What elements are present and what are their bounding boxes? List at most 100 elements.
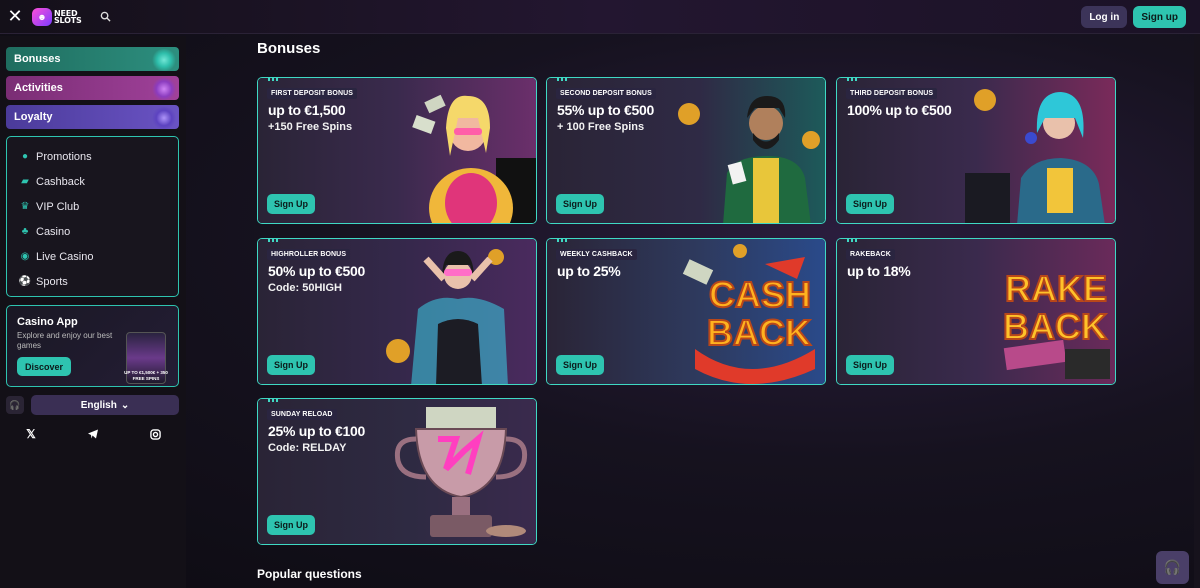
signup-button[interactable]: Sign Up bbox=[846, 194, 894, 214]
card-subtitle: +150 Free Spins bbox=[268, 121, 353, 133]
chevron-down-icon: ⌄ bbox=[120, 399, 130, 411]
bonus-card-third-deposit[interactable]: THIRD DEPOSIT BONUS 100% up to €500 Sign… bbox=[836, 77, 1116, 224]
sidebar: Bonuses Activities Loyalty ● Promotions … bbox=[0, 36, 186, 588]
character-man-image bbox=[678, 96, 820, 223]
character-woman-dark-hair-image bbox=[386, 249, 508, 384]
social-links: 𝕏 bbox=[0, 424, 186, 444]
sidebar-item-cashback[interactable]: ▰ Cashback bbox=[7, 169, 178, 194]
sidebar-item-vip-club[interactable]: ♛ VIP Club bbox=[7, 194, 178, 219]
sidebar-item-label: VIP Club bbox=[36, 200, 80, 213]
card-tag: FIRST DEPOSIT BONUS bbox=[267, 88, 358, 99]
signup-button[interactable]: Sign Up bbox=[267, 355, 315, 375]
card-subtitle: Code: 50HIGH bbox=[268, 282, 342, 294]
app-card-title: Casino App bbox=[17, 316, 78, 328]
telegram-icon[interactable] bbox=[62, 424, 124, 444]
app-card-description: Explore and enjoy our best games bbox=[17, 331, 113, 350]
wallet-icon: ▰ bbox=[21, 176, 29, 187]
signup-button[interactable]: Sign up bbox=[1133, 6, 1186, 28]
signup-button[interactable]: Sign Up bbox=[267, 194, 315, 214]
rakeback-art-line2: BACK bbox=[1003, 306, 1107, 347]
sidebar-item-label: Casino bbox=[36, 225, 71, 238]
card-title: up to 18% bbox=[847, 263, 911, 279]
card-title: 100% up to €500 bbox=[847, 102, 952, 118]
sidebar-item-live-casino[interactable]: ◉ Live Casino bbox=[7, 244, 178, 269]
sub-navigation: ● Promotions ▰ Cashback ♛ VIP Club ♣ Cas… bbox=[6, 136, 179, 297]
language-select[interactable]: English ⌄ bbox=[31, 395, 179, 415]
card-ticks bbox=[268, 78, 280, 81]
sidebar-item-label: Live Casino bbox=[36, 250, 94, 263]
rakeback-art-image: RAKE BACK bbox=[1002, 267, 1110, 379]
bonus-card-weekly-cashback[interactable]: CASH BACK WEEKLY CASHBACK up to 25% Sign… bbox=[546, 238, 826, 385]
cherries-icon: ♣ bbox=[21, 226, 29, 237]
card-subtitle: + 100 Free Spins bbox=[557, 121, 645, 133]
sidebar-item-promotions[interactable]: ● Promotions bbox=[7, 144, 178, 169]
casino-app-card: Casino App Explore and enjoy our best ga… bbox=[6, 305, 179, 387]
sidebar-item-label: Cashback bbox=[36, 175, 85, 188]
auth-buttons: Log in Sign up bbox=[1081, 6, 1186, 28]
bonus-card-highroller[interactable]: HIGHROLLER BONUS 50% up to €500 Code: 50… bbox=[257, 238, 537, 385]
cashback-art-image: CASH BACK bbox=[682, 244, 815, 384]
search-icon[interactable] bbox=[96, 7, 116, 27]
bonus-card-second-deposit[interactable]: SECOND DEPOSIT BONUS 55% up to €500 + 10… bbox=[546, 77, 826, 224]
character-woman-blue-hair-image bbox=[965, 89, 1105, 223]
login-button[interactable]: Log in bbox=[1081, 6, 1128, 28]
sidebar-item-label: Promotions bbox=[36, 150, 92, 163]
cashback-art-line2: BACK bbox=[707, 312, 811, 353]
card-ticks bbox=[847, 239, 859, 242]
signup-button[interactable]: Sign Up bbox=[267, 515, 315, 535]
sidebar-item-label: Loyalty bbox=[14, 111, 53, 123]
close-icon[interactable]: ✕ bbox=[2, 4, 28, 30]
headset-icon[interactable]: 🎧 bbox=[1156, 551, 1189, 584]
popular-questions-heading: Popular questions bbox=[257, 567, 362, 581]
page-title: Bonuses bbox=[257, 40, 321, 57]
sidebar-item-loyalty[interactable]: Loyalty bbox=[6, 105, 179, 129]
ball-icon: ⚽ bbox=[18, 276, 32, 287]
sidebar-item-label: Activities bbox=[14, 82, 63, 94]
card-title: 50% up to €500 bbox=[268, 263, 365, 279]
sidebar-item-sports[interactable]: ⚽ Sports bbox=[7, 269, 178, 294]
cashback-art-line1: CASH bbox=[709, 274, 811, 315]
live-icon: ◉ bbox=[20, 251, 30, 262]
bonus-card-sunday-reload[interactable]: SUNDAY RELOAD 25% up to €100 Code: RELDA… bbox=[257, 398, 537, 545]
card-subtitle: Code: RELDAY bbox=[268, 442, 347, 454]
bonus-card-rakeback[interactable]: RAKE BACK RAKEBACK up to 18% Sign Up bbox=[836, 238, 1116, 385]
signup-button[interactable]: Sign Up bbox=[556, 355, 604, 375]
card-title: up to 25% bbox=[557, 263, 621, 279]
trophy-icon bbox=[151, 107, 177, 129]
headset-icon[interactable]: 🎧 bbox=[6, 396, 24, 414]
sidebar-item-activities[interactable]: Activities bbox=[6, 76, 179, 100]
logo[interactable]: ☻ NEED SLOTS bbox=[32, 4, 82, 30]
card-title: 25% up to €100 bbox=[268, 423, 365, 439]
sidebar-item-casino[interactable]: ♣ Casino bbox=[7, 219, 178, 244]
card-title: up to €1,500 bbox=[268, 102, 346, 118]
gift-icon bbox=[151, 49, 177, 71]
crown-icon: ♛ bbox=[20, 201, 30, 212]
instagram-icon[interactable] bbox=[124, 424, 186, 444]
sidebar-item-label: Bonuses bbox=[14, 53, 61, 65]
x-icon[interactable]: 𝕏 bbox=[0, 424, 62, 444]
bonus-card-first-deposit[interactable]: FIRST DEPOSIT BONUS up to €1,500 +150 Fr… bbox=[257, 77, 537, 224]
logo-text-line2: SLOTS bbox=[54, 15, 82, 25]
card-ticks bbox=[847, 78, 859, 81]
character-woman-image bbox=[412, 94, 536, 223]
logo-text: NEED SLOTS bbox=[54, 9, 82, 25]
card-tag: RAKEBACK bbox=[846, 249, 895, 260]
card-tag: WEEKLY CASHBACK bbox=[556, 249, 637, 260]
trophy-art-image bbox=[394, 407, 528, 537]
discover-button[interactable]: Discover bbox=[17, 357, 72, 376]
scrollbar[interactable] bbox=[1194, 34, 1200, 588]
card-ticks bbox=[268, 239, 280, 242]
top-bar: ✕ ☻ NEED SLOTS Log in Sign up bbox=[0, 0, 1200, 34]
signup-button[interactable]: Sign Up bbox=[846, 355, 894, 375]
gamepad-icon bbox=[151, 78, 177, 100]
card-tag: HIGHROLLER BONUS bbox=[267, 249, 351, 260]
card-ticks bbox=[557, 239, 569, 242]
signup-button[interactable]: Sign Up bbox=[556, 194, 604, 214]
card-tag: SECOND DEPOSIT BONUS bbox=[556, 88, 656, 99]
card-ticks bbox=[557, 78, 569, 81]
card-tag: SUNDAY RELOAD bbox=[267, 409, 337, 420]
card-tag: THIRD DEPOSIT BONUS bbox=[846, 88, 938, 99]
rakeback-art-line1: RAKE bbox=[1005, 268, 1107, 309]
sidebar-item-bonuses[interactable]: Bonuses bbox=[6, 47, 179, 71]
logo-mark-icon: ☻ bbox=[32, 7, 52, 26]
